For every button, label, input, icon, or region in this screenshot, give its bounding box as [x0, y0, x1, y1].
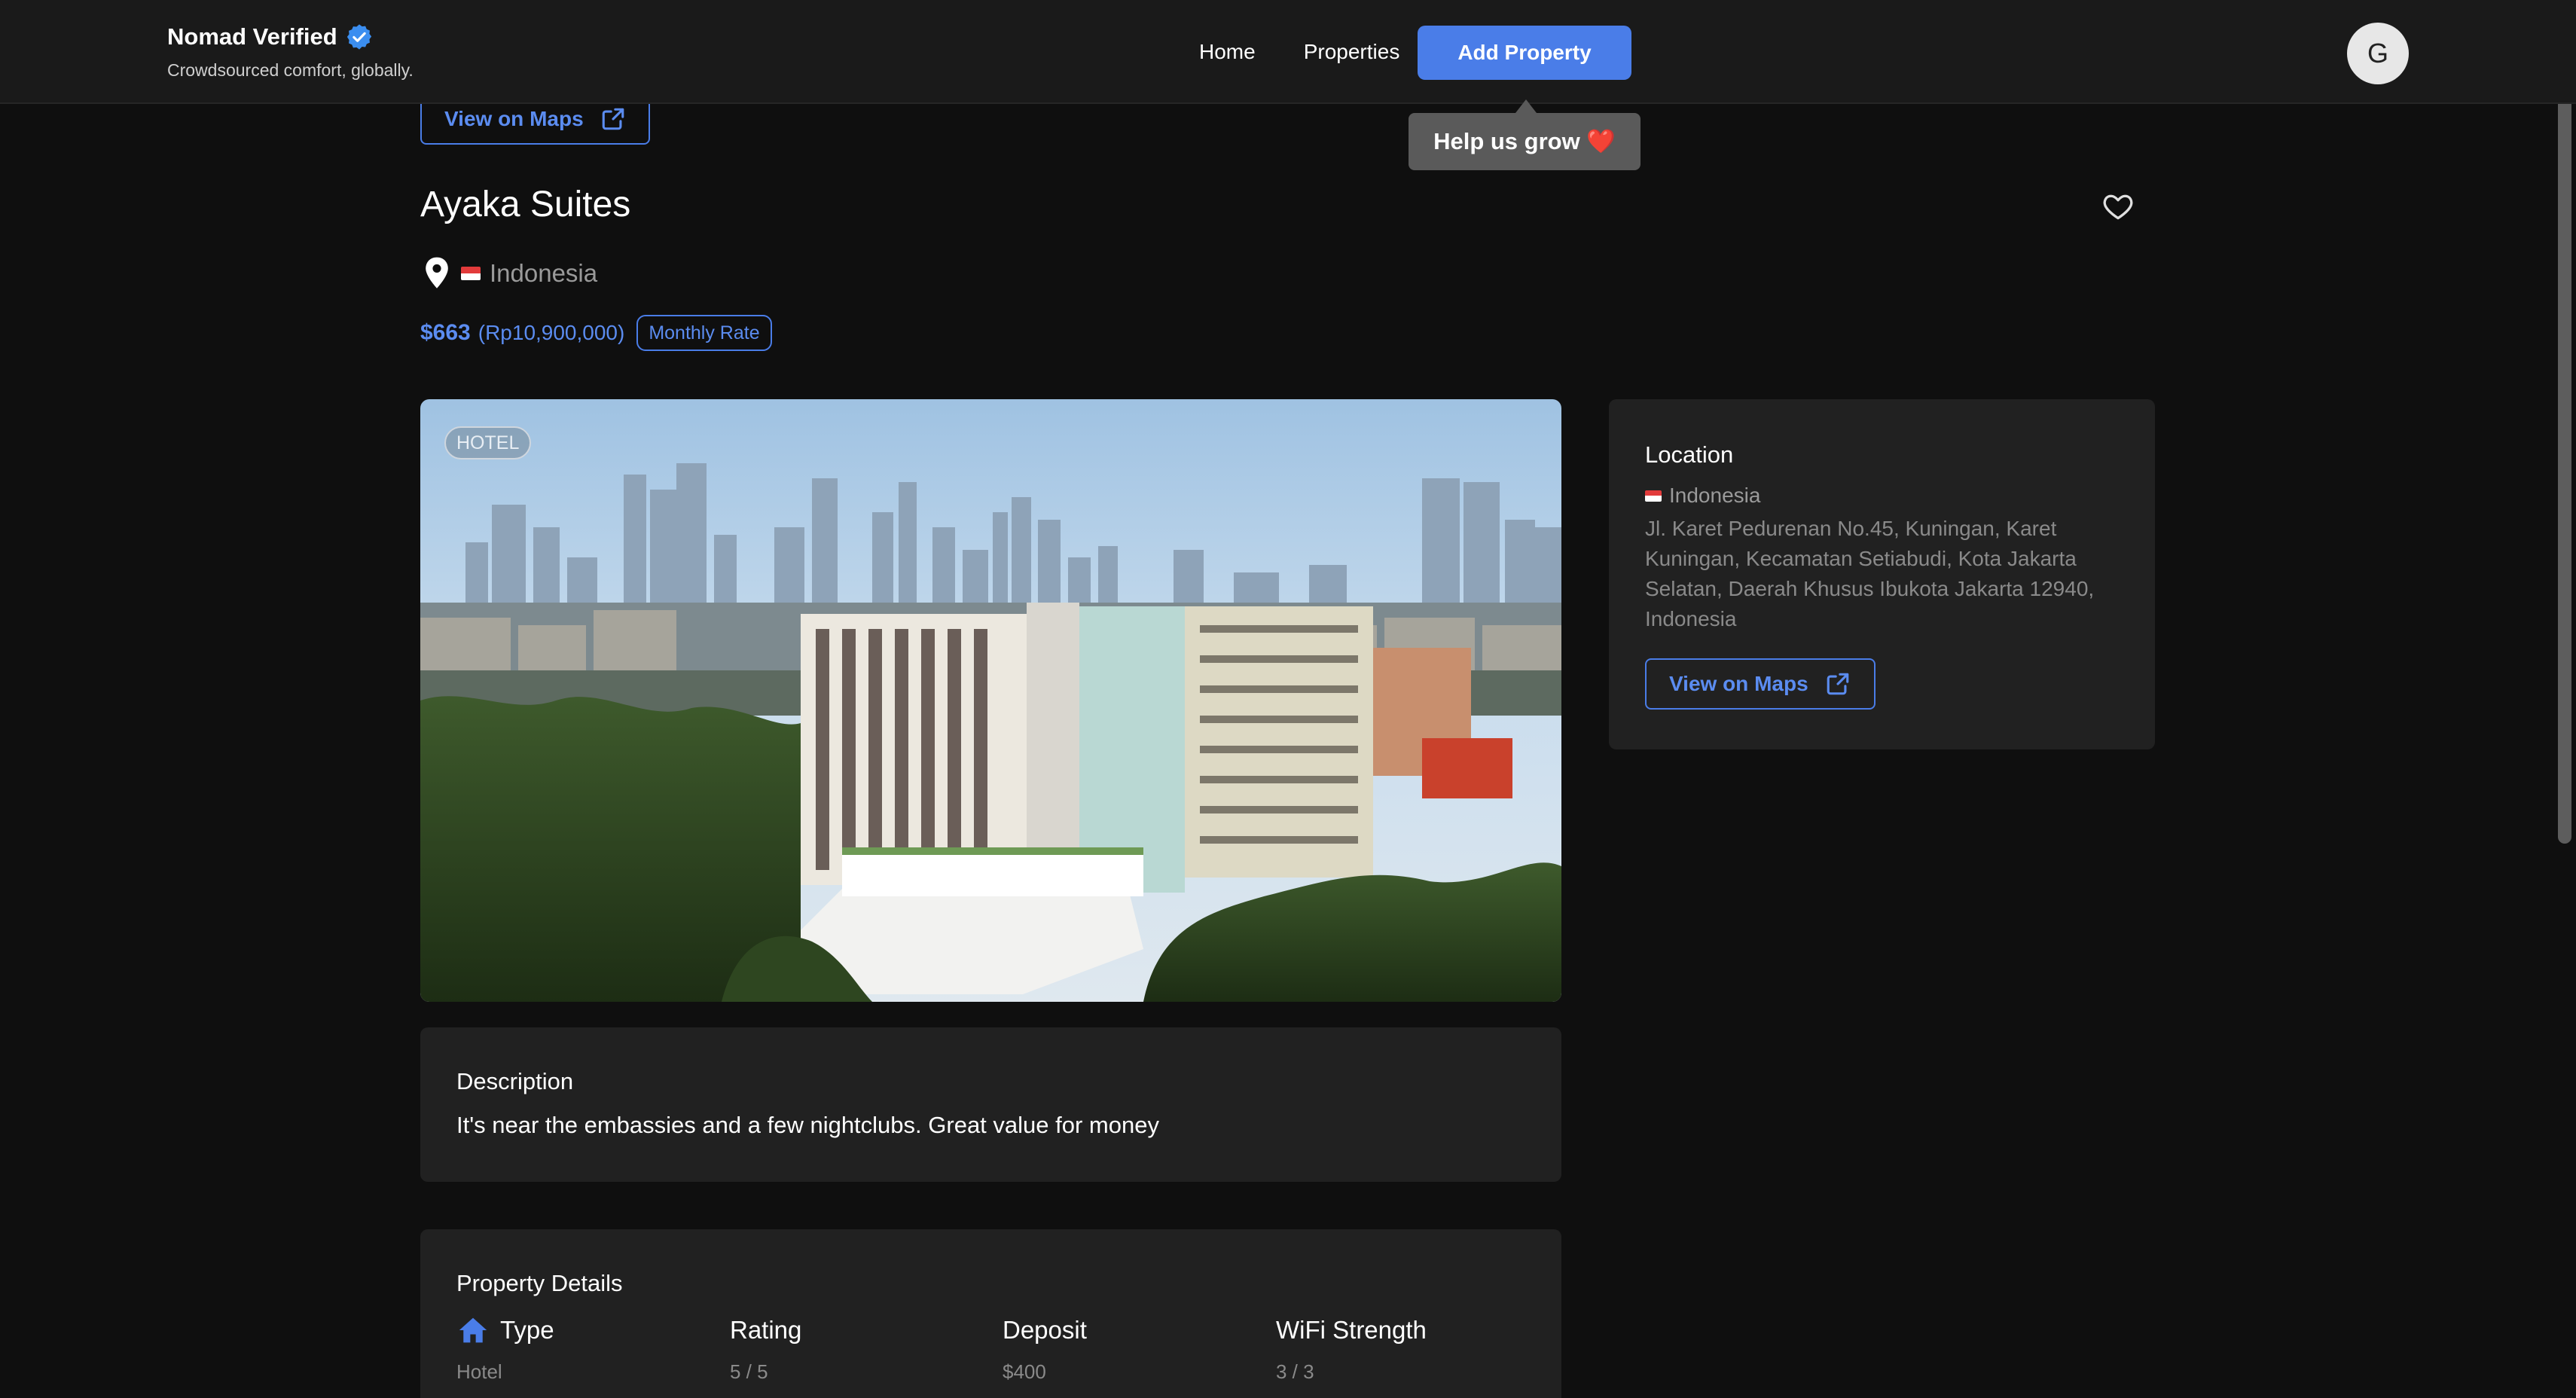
view-on-maps-label: View on Maps	[1669, 672, 1808, 695]
location-country-label: Indonesia	[1669, 484, 1761, 507]
detail-type-value: Hotel	[456, 1360, 502, 1383]
brand[interactable]: Nomad Verified Crowdsourced comfort, glo…	[167, 23, 414, 81]
brand-tagline: Crowdsourced comfort, globally.	[167, 60, 414, 80]
detail-wifi: WiFi Strength 3 / 3	[1276, 1314, 1427, 1384]
indonesia-flag-icon	[1645, 490, 1662, 502]
property-details-title: Property Details	[456, 1270, 623, 1296]
location-country: Indonesia	[1645, 484, 1760, 508]
verified-badge-icon	[345, 23, 374, 51]
detail-rating-label: Rating	[730, 1316, 802, 1344]
location-row: Indonesia	[422, 256, 597, 291]
detail-type: Type Hotel	[456, 1314, 554, 1384]
property-details-card: Property Details Type Hotel Rating 5 / 5…	[420, 1229, 1561, 1398]
price-usd: $663	[420, 320, 471, 345]
detail-deposit-label: Deposit	[1003, 1316, 1087, 1344]
location-title: Location	[1645, 441, 1734, 468]
user-avatar[interactable]: G	[2347, 23, 2409, 84]
help-us-grow-tooltip: Help us grow ❤️	[1409, 99, 1641, 170]
price-local-currency: (Rp10,900,000)	[478, 321, 625, 344]
property-type-badge: HOTEL	[444, 426, 532, 459]
detail-rating: Rating 5 / 5	[730, 1314, 801, 1384]
top-navbar: Nomad Verified Crowdsourced comfort, glo…	[0, 0, 2576, 104]
home-icon	[459, 1317, 487, 1343]
hotel-cityscape-image	[420, 399, 1561, 1002]
external-link-icon	[602, 108, 624, 130]
indonesia-flag-icon	[461, 267, 481, 280]
detail-wifi-label: WiFi Strength	[1276, 1316, 1427, 1344]
view-on-maps-label: View on Maps	[444, 107, 584, 130]
monthly-rate-badge: Monthly Rate	[636, 315, 772, 351]
property-country: Indonesia	[490, 259, 598, 287]
view-on-maps-button-side[interactable]: View on Maps	[1645, 658, 1876, 710]
external-link-icon	[1827, 673, 1848, 695]
description-title: Description	[456, 1068, 574, 1094]
property-title: Ayaka Suites	[420, 185, 631, 224]
nav-link-properties[interactable]: Properties	[1280, 26, 1424, 78]
detail-type-label: Type	[500, 1316, 554, 1344]
nav-links: Home Properties	[1175, 26, 1424, 78]
description-card: Description It's near the embassies and …	[420, 1027, 1561, 1182]
brand-title: Nomad Verified	[167, 23, 337, 50]
property-photo: HOTEL	[420, 399, 1561, 1002]
add-property-button[interactable]: Add Property	[1418, 26, 1631, 80]
nav-link-home[interactable]: Home	[1175, 26, 1280, 78]
page: Nomad Verified Crowdsourced comfort, glo…	[0, 0, 2576, 1398]
price-row: $663 (Rp10,900,000) Monthly Rate	[420, 315, 772, 351]
detail-deposit-value: $400	[1003, 1360, 1046, 1383]
page-scrollbar[interactable]	[2558, 30, 2571, 844]
favorite-heart-icon[interactable]	[2101, 190, 2135, 223]
detail-rating-value: 5 / 5	[730, 1360, 768, 1383]
detail-wifi-value: 3 / 3	[1276, 1360, 1314, 1383]
description-text: It's near the embassies and a few nightc…	[456, 1112, 1159, 1138]
detail-deposit: Deposit $400	[1003, 1314, 1087, 1384]
map-pin-icon	[426, 257, 448, 288]
location-address: Jl. Karet Pedurenan No.45, Kuningan, Kar…	[1645, 517, 2095, 630]
